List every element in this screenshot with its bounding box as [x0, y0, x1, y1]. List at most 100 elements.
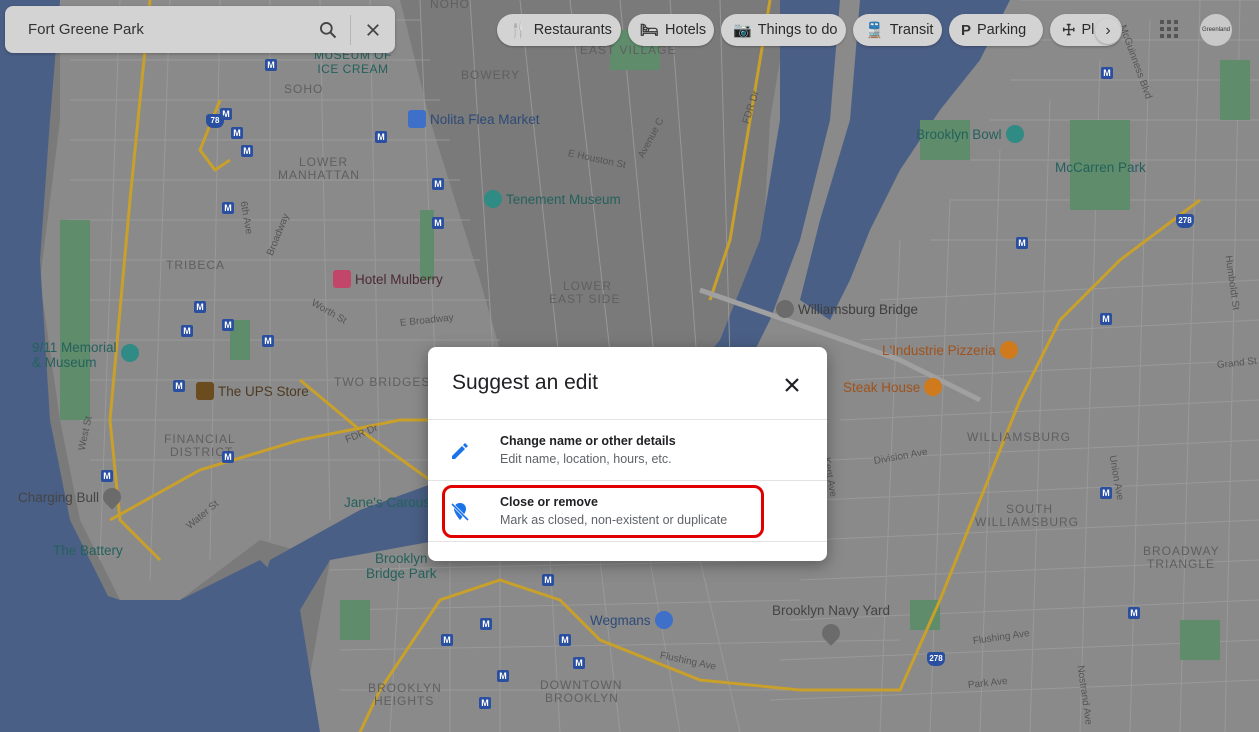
- poi-911-memorial[interactable]: 9/11 Memorial & Museum: [32, 340, 139, 370]
- train-icon: 🚆: [865, 22, 884, 39]
- chip-restaurants[interactable]: 🍴 Restaurants: [497, 14, 621, 46]
- museum-icon: [484, 190, 502, 208]
- poi-label: Jane's Carous: [344, 495, 430, 510]
- poi-charging-bull[interactable]: Charging Bull: [18, 484, 125, 510]
- subway-station-icon[interactable]: M: [375, 131, 387, 143]
- clear-search-close-icon[interactable]: [351, 6, 395, 53]
- fork-knife-icon: 🍴: [509, 22, 528, 39]
- chip-parking[interactable]: P Parking: [949, 14, 1043, 46]
- subway-station-icon[interactable]: M: [441, 634, 453, 646]
- subway-station-icon[interactable]: M: [432, 217, 444, 229]
- poi-lindustrie-pizzeria[interactable]: L'Industrie Pizzeria: [882, 341, 1018, 359]
- close-icon[interactable]: [778, 371, 806, 399]
- subway-station-icon[interactable]: M: [222, 202, 234, 214]
- subway-station-icon[interactable]: M: [573, 657, 585, 669]
- subway-station-icon[interactable]: M: [1100, 487, 1112, 499]
- poi-nolita-flea-market[interactable]: Nolita Flea Market: [408, 110, 540, 128]
- search-input[interactable]: Fort Greene Park: [5, 21, 306, 38]
- poi-brooklyn-bridge-park[interactable]: Brooklyn Bridge Park: [366, 551, 437, 581]
- subway-station-icon[interactable]: M: [222, 451, 234, 463]
- bridge-icon: [776, 300, 794, 318]
- divider: [428, 541, 827, 542]
- subway-station-icon[interactable]: M: [1016, 237, 1028, 249]
- subway-station-icon[interactable]: M: [173, 380, 185, 392]
- map-label-brooklyn-heights-2: HEIGHTS: [374, 694, 435, 708]
- poi-brooklyn-navy-yard[interactable]: Brooklyn Navy Yard: [772, 603, 890, 646]
- poi-label: 9/11 Memorial: [32, 340, 117, 355]
- poi-steak-house[interactable]: Steak House: [843, 378, 943, 396]
- map-label-noho: NOHO: [430, 0, 470, 11]
- interstate-shield-icon: 278: [1176, 214, 1194, 228]
- poi-label: Nolita Flea Market: [430, 111, 540, 127]
- chip-transit[interactable]: 🚆 Transit: [853, 14, 942, 46]
- option-subtitle: Edit name, location, hours, etc.: [500, 452, 672, 466]
- search-icon[interactable]: [306, 6, 350, 53]
- avatar[interactable]: Greenland: [1200, 14, 1232, 46]
- poi-label: Williamsburg Bridge: [798, 301, 919, 317]
- chip-things-to-do[interactable]: 📷 Things to do: [721, 14, 846, 46]
- interstate-shield-icon: 78: [206, 114, 224, 128]
- map-label-williamsburg: WILLIAMSBURG: [967, 430, 1072, 444]
- poi-mccarren-park[interactable]: McCarren Park: [1055, 160, 1146, 175]
- poi-wegmans[interactable]: Wegmans: [590, 611, 673, 629]
- poi-label: ICE CREAM: [317, 62, 389, 76]
- poi-label: The UPS Store: [218, 383, 309, 399]
- poi-tenement-museum[interactable]: Tenement Museum: [484, 190, 621, 208]
- subway-station-icon[interactable]: M: [222, 319, 234, 331]
- subway-station-icon[interactable]: M: [231, 127, 243, 139]
- subway-station-icon[interactable]: M: [1128, 607, 1140, 619]
- subway-station-icon[interactable]: M: [1101, 67, 1113, 79]
- poi-label: Tenement Museum: [506, 191, 621, 207]
- chip-label: Pl: [1081, 22, 1095, 38]
- subway-station-icon[interactable]: M: [181, 325, 193, 337]
- poi-label: The Battery: [53, 543, 123, 558]
- subway-station-icon[interactable]: M: [194, 301, 206, 313]
- option-change-name[interactable]: Change name or other details Edit name, …: [428, 420, 827, 480]
- fork-knife-icon: [924, 378, 943, 396]
- map-label-tribeca: TRIBECA: [166, 258, 226, 272]
- poi-williamsburg-bridge[interactable]: Williamsburg Bridge: [776, 300, 918, 318]
- option-title: Change name or other details: [500, 434, 676, 448]
- subway-station-icon[interactable]: M: [542, 574, 554, 586]
- option-close-or-remove[interactable]: Close or remove Mark as closed, non-exis…: [428, 481, 827, 541]
- poi-brooklyn-bowl[interactable]: Brooklyn Bowl: [916, 125, 1024, 143]
- option-title: Close or remove: [500, 495, 598, 509]
- chip-hotels[interactable]: 🛏 Hotels: [628, 14, 714, 46]
- subway-station-icon[interactable]: M: [1100, 313, 1112, 325]
- map-label-bowery: BOWERY: [461, 68, 521, 82]
- pencil-icon: [448, 439, 472, 463]
- chip-label: Parking: [977, 22, 1027, 38]
- subway-station-icon[interactable]: M: [101, 470, 113, 482]
- bowling-icon: [1005, 125, 1024, 143]
- poi-label: Brooklyn Bowl: [916, 126, 1002, 142]
- interstate-shield-icon: 278: [927, 652, 945, 666]
- chip-label: Hotels: [665, 22, 707, 38]
- museum-icon: [120, 344, 139, 362]
- subway-station-icon[interactable]: M: [480, 618, 492, 630]
- poi-janes-carousel[interactable]: Jane's Carous: [344, 495, 430, 510]
- place-pin-icon: [818, 620, 844, 646]
- chip-label: Restaurants: [533, 22, 612, 38]
- subway-station-icon[interactable]: M: [497, 670, 509, 682]
- map-label-soho: SOHO: [284, 82, 324, 96]
- chevron-right-icon[interactable]: ›: [1095, 18, 1121, 44]
- subway-station-icon[interactable]: M: [241, 145, 253, 157]
- chip-label: Transit: [889, 22, 934, 38]
- subway-station-icon[interactable]: M: [432, 178, 444, 190]
- poi-label: Wegmans: [590, 612, 651, 628]
- hotel-icon: [333, 270, 351, 288]
- ups-logo-icon: [196, 382, 214, 400]
- poi-label: McCarren Park: [1055, 160, 1146, 175]
- subway-station-icon[interactable]: M: [479, 697, 491, 709]
- search-box[interactable]: Fort Greene Park: [5, 6, 395, 53]
- subway-station-icon[interactable]: M: [262, 335, 274, 347]
- poi-label: L'Industrie Pizzeria: [882, 342, 996, 358]
- apps-grid-icon[interactable]: [1160, 20, 1178, 38]
- subway-station-icon[interactable]: M: [559, 634, 571, 646]
- dialog-title: Suggest an edit: [452, 371, 598, 394]
- poi-the-battery[interactable]: The Battery: [53, 543, 123, 558]
- bed-icon: 🛏: [640, 22, 660, 39]
- subway-station-icon[interactable]: M: [265, 59, 277, 71]
- poi-ups-store[interactable]: The UPS Store: [196, 382, 309, 400]
- poi-hotel-mulberry[interactable]: Hotel Mulberry: [333, 270, 443, 288]
